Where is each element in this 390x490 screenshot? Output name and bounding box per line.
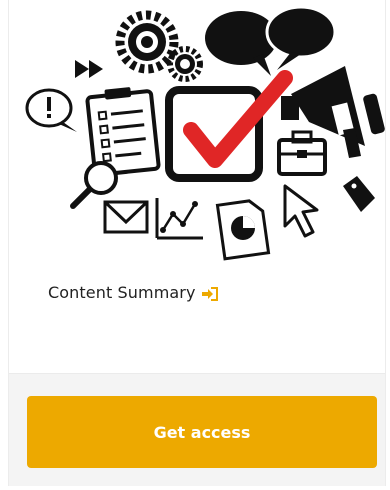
envelope-icon — [103, 200, 149, 234]
gears-icon — [115, 10, 203, 82]
content-card: Content Summary Get access — [8, 0, 386, 486]
fast-forward-icon — [75, 60, 103, 78]
checkbox-check-icon — [165, 70, 293, 182]
content-title[interactable]: Content Summary — [48, 283, 196, 302]
hero-illustration — [9, 0, 385, 262]
get-access-button[interactable]: Get access — [27, 396, 377, 468]
cursor-arrow-icon — [283, 184, 319, 238]
exclamation-bubble-icon — [25, 88, 77, 132]
magnifier-icon — [70, 161, 118, 209]
line-chart-icon — [155, 198, 203, 240]
price-tag-icon — [343, 176, 375, 212]
speech-bubbles-icon — [205, 5, 337, 76]
sign-in-icon[interactable] — [201, 286, 218, 301]
pie-chart-document-icon — [215, 199, 271, 261]
card-footer: Get access — [9, 373, 385, 486]
content-title-row[interactable]: Content Summary — [48, 283, 218, 302]
briefcase-icon — [277, 130, 327, 176]
